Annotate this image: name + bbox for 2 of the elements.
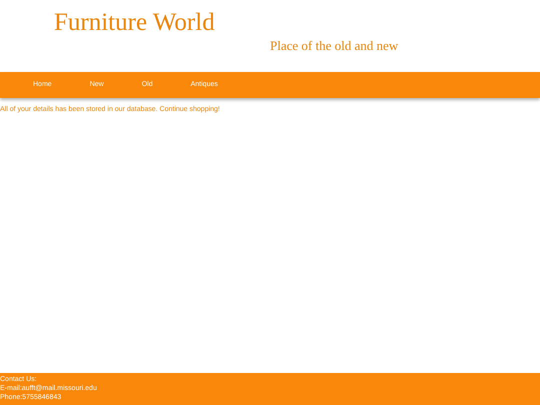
- site-tagline: Place of the old and new: [269, 38, 400, 54]
- site-title: Furniture World: [53, 8, 216, 38]
